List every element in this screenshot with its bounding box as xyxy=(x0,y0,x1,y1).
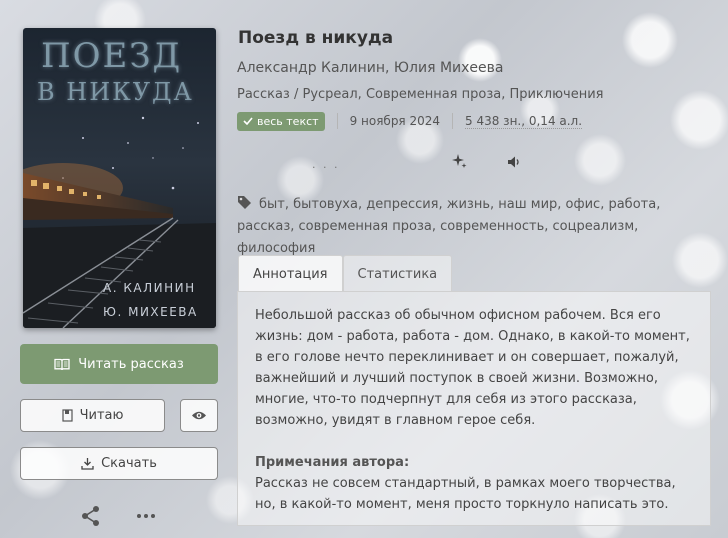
book-authors[interactable]: Александр Калинин, Юлия Михеева xyxy=(237,60,503,76)
book-meta-row: весь текст 9 ноября 2024 5 438 зн., 0,14… xyxy=(237,110,583,132)
bookmark-icon xyxy=(61,409,73,422)
cover-author-line1: А. КАЛИНИН xyxy=(103,281,196,295)
text-size: 5 438 зн., 0,14 а.л. xyxy=(465,113,583,129)
author-notes-text: Рассказ не совсем стандартный, в рамках … xyxy=(255,476,676,512)
tags-icon xyxy=(238,196,251,209)
tab-annotation[interactable]: Аннотация xyxy=(238,255,343,292)
reading-button[interactable]: Читаю xyxy=(20,399,165,432)
book-genres[interactable]: Рассказ / Русреал, Современная проза, Пр… xyxy=(237,87,604,102)
tab-statistics[interactable]: Статистика xyxy=(342,255,453,292)
tab-bar: Аннотация Статистика xyxy=(238,255,453,292)
checkmark-icon xyxy=(243,117,253,125)
meta-divider xyxy=(452,113,454,129)
sparkle-icon[interactable] xyxy=(451,153,467,169)
reading-label: Читаю xyxy=(79,408,124,423)
author-notes-title: Примечания автора: xyxy=(255,455,410,470)
status-badge: весь текст xyxy=(237,111,325,131)
book-title: Поезд в никуда xyxy=(238,28,394,48)
publication-date: 9 ноября 2024 xyxy=(349,114,441,128)
watch-button[interactable] xyxy=(180,399,218,432)
book-page: ПОЕЗД В НИКУДА А. КАЛИНИН Ю. МИХЕЕВА Чит… xyxy=(0,0,728,538)
meta-divider xyxy=(336,113,338,129)
download-icon xyxy=(81,458,94,470)
read-story-label: Читать рассказ xyxy=(78,356,184,372)
annotation-panel: Небольшой рассказ об обычном офисном раб… xyxy=(237,291,711,526)
more-options-icon[interactable] xyxy=(134,507,158,525)
open-book-icon xyxy=(54,358,70,370)
cover-author-line2: Ю. МИХЕЕВА xyxy=(103,305,198,319)
cover-title-line1: ПОЕЗД xyxy=(41,36,183,76)
faded-dots: . . . xyxy=(312,158,340,171)
annotation-text: Небольшой рассказ об обычном офисном раб… xyxy=(255,308,690,428)
eye-icon xyxy=(192,411,206,420)
download-button[interactable]: Скачать xyxy=(20,447,218,480)
download-label: Скачать xyxy=(101,456,157,471)
tags-text[interactable]: быт, бытовуха, депрессия, жизнь, наш мир… xyxy=(237,197,660,256)
read-story-button[interactable]: Читать рассказ xyxy=(20,344,218,384)
tag-list: быт, бытовуха, депрессия, жизнь, наш мир… xyxy=(237,194,702,260)
volume-icon[interactable] xyxy=(507,155,521,169)
status-badge-label: весь текст xyxy=(257,114,319,128)
cover-title-line2: В НИКУДА xyxy=(37,78,194,106)
book-cover[interactable]: ПОЕЗД В НИКУДА А. КАЛИНИН Ю. МИХЕЕВА xyxy=(23,28,216,328)
share-icon[interactable] xyxy=(80,505,102,527)
